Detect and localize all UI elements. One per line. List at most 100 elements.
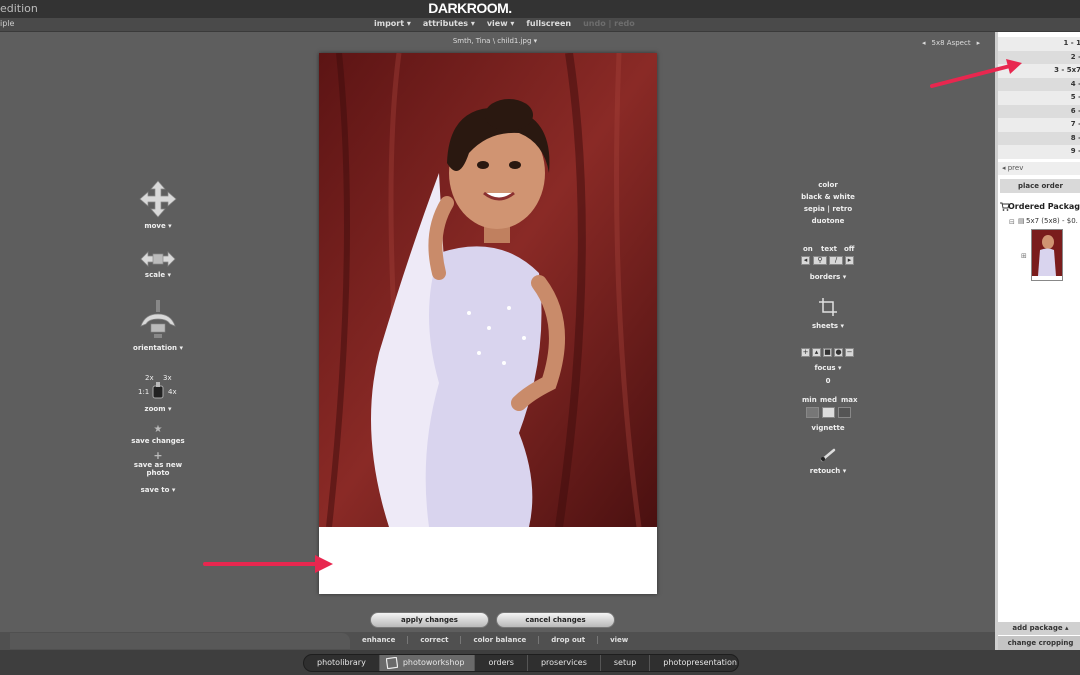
borders-next-icon[interactable]: ▸ bbox=[845, 256, 854, 265]
photo-canvas[interactable] bbox=[319, 53, 657, 594]
zoom-4x-option[interactable]: 4x bbox=[168, 388, 177, 396]
save-to-button[interactable]: save to ▾ bbox=[128, 486, 188, 494]
tab-color-balance[interactable]: color balance bbox=[461, 636, 540, 644]
focus-triangle-icon[interactable]: ▴ bbox=[812, 348, 821, 357]
sheets-label[interactable]: sheets ▾ bbox=[788, 322, 868, 330]
size-list: 1 - 1 2 - 3 - 5x7 4 - 5 - 6 - 7 - 8 - 9 … bbox=[998, 37, 1080, 159]
focus-value: 0 bbox=[825, 377, 831, 385]
menu-import[interactable]: import ▾ bbox=[374, 19, 411, 28]
move-label[interactable]: move ▾ bbox=[128, 222, 188, 230]
black-white-option[interactable]: black & white bbox=[788, 193, 868, 201]
nav-photopresentation[interactable]: photopresentation bbox=[650, 655, 738, 671]
annotation-arrow-icon bbox=[203, 555, 333, 573]
size-row[interactable]: 6 - bbox=[998, 104, 1080, 118]
size-row[interactable]: 9 - bbox=[998, 145, 1080, 159]
tree-collapse-icon[interactable]: ⊟ bbox=[1009, 218, 1015, 226]
nav-photoworkshop[interactable]: photoworkshop bbox=[379, 655, 476, 671]
menu-view[interactable]: view ▾ bbox=[487, 19, 515, 28]
sepia-option[interactable]: sepia bbox=[804, 205, 825, 213]
nav-pill: photolibrary photoworkshop orders proser… bbox=[303, 654, 739, 672]
aspect-selector: ◂ 5x8 Aspect ▸ bbox=[922, 39, 980, 47]
retouch-label[interactable]: retouch ▾ bbox=[788, 467, 868, 475]
edit-bar-left-panel bbox=[10, 633, 350, 649]
size-row[interactable]: 5 - bbox=[998, 91, 1080, 105]
size-row[interactable]: 1 - 1 bbox=[998, 37, 1080, 51]
focus-minus-icon[interactable]: − bbox=[845, 348, 854, 357]
tab-correct[interactable]: correct bbox=[408, 636, 462, 644]
orientation-icon[interactable] bbox=[137, 300, 179, 340]
move-icon[interactable] bbox=[139, 180, 177, 218]
nav-photoworkshop-label: photoworkshop bbox=[402, 658, 465, 667]
aspect-next-button[interactable]: ▸ bbox=[977, 39, 981, 47]
tab-enhance[interactable]: enhance bbox=[350, 636, 409, 644]
edit-tabs: enhance correct color balance drop out v… bbox=[350, 636, 640, 644]
vignette-label[interactable]: vignette bbox=[788, 424, 868, 432]
darkroom-logo: DARKROOM. bbox=[428, 0, 512, 16]
prev-button[interactable]: ◂ prev bbox=[998, 162, 1080, 175]
nav-photolibrary[interactable]: photolibrary bbox=[304, 655, 380, 671]
package-line-item[interactable]: 5x7 (5x8) - $0. bbox=[1026, 217, 1078, 225]
borders-search-icon[interactable]: ⚲ bbox=[813, 256, 827, 265]
tab-view[interactable]: view bbox=[598, 636, 640, 644]
nav-setup[interactable]: setup bbox=[601, 655, 651, 671]
save-changes-button[interactable]: save changes bbox=[118, 437, 198, 445]
tree-expand-icon[interactable]: ⊞ bbox=[1021, 252, 1027, 260]
photo-filename[interactable]: Smth, Tina \ child1.jpg ▾ bbox=[0, 37, 990, 45]
zoom-label[interactable]: zoom ▾ bbox=[128, 405, 188, 413]
scale-label[interactable]: scale ▾ bbox=[128, 271, 188, 279]
add-package-button[interactable]: add package ▴ bbox=[998, 622, 1080, 635]
annotation-arrow-icon bbox=[930, 59, 1022, 88]
save-as-new-photo-button[interactable]: save as new photo bbox=[133, 461, 183, 477]
size-row[interactable]: 7 - bbox=[998, 118, 1080, 132]
zoom-3x-option[interactable]: 3x bbox=[163, 374, 172, 382]
title-bar: edition DARKROOM. bbox=[0, 0, 1080, 18]
zoom-1-1-option[interactable]: 1:1 bbox=[138, 388, 149, 396]
nav-orders[interactable]: orders bbox=[475, 655, 528, 671]
duotone-option[interactable]: duotone bbox=[788, 217, 868, 225]
vignette-max-button[interactable] bbox=[838, 407, 851, 418]
focus-plus-icon[interactable]: + bbox=[801, 348, 810, 357]
bottom-nav: photolibrary photoworkshop orders proser… bbox=[0, 650, 1080, 675]
borders-label[interactable]: borders ▾ bbox=[788, 273, 868, 281]
photo-thumbnail[interactable] bbox=[1031, 229, 1063, 281]
menu-bar: iple import ▾ attributes ▾ view ▾ fullsc… bbox=[0, 18, 1080, 32]
focus-square-icon[interactable]: ■ bbox=[823, 348, 832, 357]
save-changes-star-icon[interactable]: ★ bbox=[128, 424, 188, 435]
borders-edit-icon[interactable]: / bbox=[829, 256, 843, 265]
borders-prev-icon[interactable]: ◂ bbox=[801, 256, 810, 265]
focus-label[interactable]: focus ▾ bbox=[788, 364, 868, 372]
vignette-max-label: max bbox=[841, 396, 858, 404]
menu-fullscreen[interactable]: fullscreen bbox=[526, 19, 571, 28]
menu-attributes[interactable]: attributes ▾ bbox=[423, 19, 475, 28]
sepia-retro-options: sepia | retro bbox=[803, 205, 853, 213]
child-portrait-photo bbox=[319, 53, 657, 527]
nav-proservices[interactable]: proservices bbox=[528, 655, 601, 671]
vignette-min-button[interactable] bbox=[806, 407, 819, 418]
retouch-brush-icon[interactable] bbox=[820, 448, 838, 462]
color-option[interactable]: color bbox=[788, 181, 868, 189]
menu-undo-redo: undo | redo bbox=[583, 19, 635, 28]
apply-changes-button[interactable]: apply changes bbox=[370, 612, 489, 628]
size-row[interactable]: 8 - bbox=[998, 131, 1080, 145]
menu-left-text: iple bbox=[0, 19, 15, 28]
scale-icon[interactable] bbox=[140, 250, 176, 268]
borders-off-label: off bbox=[844, 245, 855, 253]
tab-drop-out[interactable]: drop out bbox=[539, 636, 599, 644]
aspect-prev-button[interactable]: ◂ bbox=[922, 39, 926, 47]
change-cropping-button[interactable]: change cropping bbox=[998, 636, 1080, 650]
retro-option[interactable]: retro bbox=[832, 205, 852, 213]
aspect-label: 5x8 Aspect bbox=[931, 39, 971, 47]
orientation-label[interactable]: orientation ▾ bbox=[125, 344, 191, 352]
order-sidebar: 1 - 1 2 - 3 - 5x7 4 - 5 - 6 - 7 - 8 - 9 … bbox=[995, 32, 1080, 650]
focus-circle-icon[interactable]: ● bbox=[834, 348, 843, 357]
zoom-slider-icon[interactable] bbox=[151, 382, 165, 400]
vignette-med-label: med bbox=[820, 396, 838, 404]
place-order-button[interactable]: place order bbox=[1000, 179, 1080, 193]
cancel-changes-button[interactable]: cancel changes bbox=[496, 612, 615, 628]
photoworkshop-icon bbox=[385, 657, 398, 669]
crop-sheets-icon[interactable] bbox=[819, 298, 837, 316]
zoom-2x-option[interactable]: 2x bbox=[145, 374, 154, 382]
printer-icon: ▤ bbox=[1018, 217, 1025, 225]
vignette-med-button[interactable] bbox=[822, 407, 835, 418]
borders-text-label: text bbox=[821, 245, 837, 253]
